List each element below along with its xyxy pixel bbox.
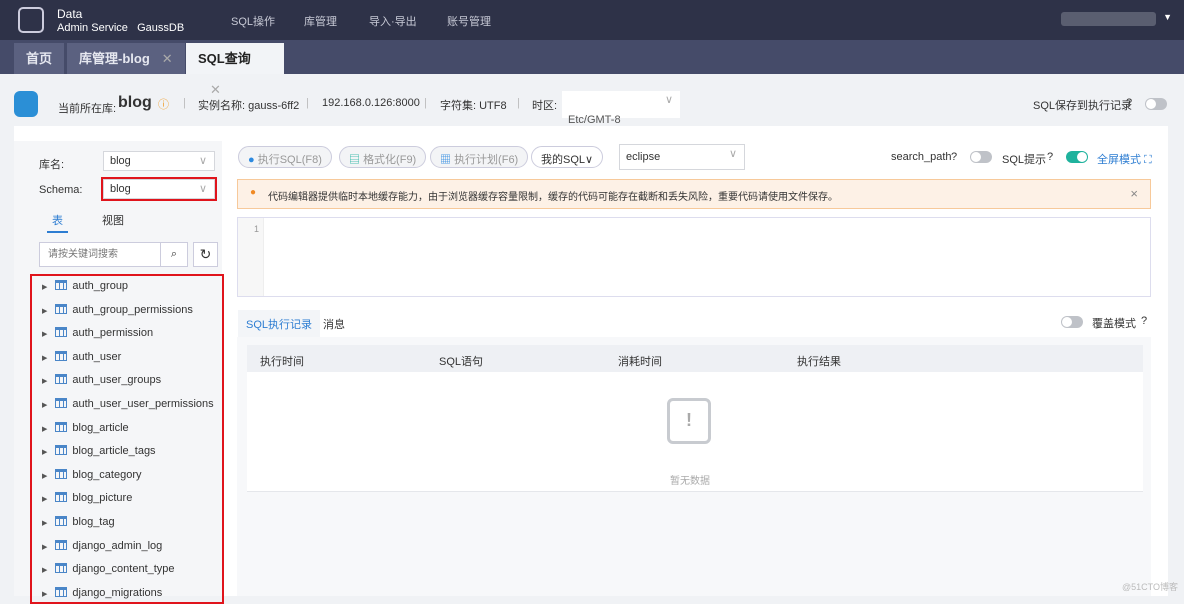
logo-icon [18, 7, 44, 33]
chevron-down-icon[interactable]: ▼ [1163, 12, 1172, 22]
fullscreen-button[interactable]: 全屏模式 ⛶ [1097, 151, 1152, 167]
execute-sql-button[interactable]: ● 执行SQL(F8) [238, 146, 332, 168]
info-bar: 当前所在库: blog ⓘ | 实例名称: gauss-6ff2 | 192.1… [0, 74, 1184, 126]
db-name: blog [118, 94, 152, 112]
sql-editor[interactable]: 1 [237, 217, 1151, 297]
db-label: 库名: [39, 156, 64, 172]
db-label: 当前所在库: [58, 100, 116, 116]
database-icon [14, 91, 38, 117]
empty-text: 暂无数据 [670, 472, 710, 487]
tab-views[interactable]: 视图 [102, 212, 124, 228]
sql-hint-toggle[interactable] [1066, 151, 1088, 163]
schema-label: Schema: [39, 184, 82, 196]
top-nav: DataAdmin Service GaussDB SQL操作 库管理 导入·导… [0, 0, 1184, 40]
column-header: 执行时间 [260, 353, 304, 369]
help-icon[interactable]: ? [1126, 97, 1132, 109]
help-icon[interactable]: ? [1141, 315, 1147, 327]
column-header: 执行结果 [797, 353, 841, 369]
my-sql-button[interactable]: 我的SQL∨ [531, 146, 603, 168]
column-header: SQL语句 [439, 353, 483, 369]
tab-tables[interactable]: 表 [47, 212, 68, 233]
tab-bar: 首页 库管理-blog✕ SQL查询✕ [0, 40, 1184, 74]
overwrite-mode-label: 覆盖模式 [1092, 315, 1136, 331]
tab-home[interactable]: 首页 [14, 43, 64, 74]
help-icon[interactable]: ? [1047, 151, 1053, 163]
search-icon[interactable]: ⌕ [160, 242, 188, 267]
theme-select[interactable]: eclipse [619, 144, 745, 170]
warning-icon: ● [250, 187, 256, 198]
column-header: 消耗时间 [618, 353, 662, 369]
help-icon[interactable]: ? [951, 151, 957, 163]
empty-data-icon: ! [667, 398, 711, 444]
search-path-toggle[interactable] [970, 151, 992, 163]
refresh-icon[interactable]: ↻ [193, 242, 218, 267]
format-button[interactable]: ▤ 格式化(F9) [339, 146, 426, 168]
close-icon[interactable]: × [1130, 186, 1138, 201]
explain-plan-button[interactable]: ▦ 执行计划(F6) [430, 146, 528, 168]
instance-name: 实例名称: gauss-6ff2 [198, 97, 299, 113]
save-history-toggle[interactable] [1145, 98, 1167, 110]
charset: 字符集: UTF8 [440, 97, 507, 113]
tab-messages[interactable]: 消息 [323, 316, 345, 332]
results-table-header: 执行时间 SQL语句 消耗时间 执行结果 [247, 345, 1143, 372]
brand: DataAdmin Service GaussDB [57, 8, 184, 35]
highlight-box [30, 274, 224, 604]
db-select[interactable]: blog [103, 151, 215, 171]
nav-sql[interactable]: SQL操作 [231, 13, 275, 29]
timezone-select[interactable]: Etc/GMT-8 [562, 91, 680, 118]
nav-db[interactable]: 库管理 [304, 13, 337, 29]
cache-warning-alert: ● 代码编辑器提供临时本地缓存能力，由于浏览器缓存容量限制，缓存的代码可能存在截… [237, 179, 1151, 209]
address: 192.168.0.126:8000 [322, 97, 420, 109]
sql-hint-label: SQL提示 [1002, 151, 1046, 167]
nav-accounts[interactable]: 账号管理 [447, 13, 491, 29]
close-icon[interactable]: ✕ [162, 51, 173, 66]
info-icon[interactable]: ⓘ [158, 96, 169, 112]
tab-db-manage[interactable]: 库管理-blog✕ [67, 43, 185, 74]
table-search-input[interactable] [39, 242, 161, 267]
user-menu[interactable] [1061, 12, 1156, 26]
line-number: 1 [238, 218, 264, 296]
tab-sql-history[interactable]: SQL执行记录 [238, 310, 320, 338]
watermark: @51CTO博客 [1122, 580, 1178, 593]
highlight-box [101, 177, 217, 201]
timezone-label: 时区: [532, 97, 557, 113]
save-to-history-label: SQL保存到执行记录 [1033, 97, 1132, 113]
search-path-label: search_path [891, 151, 952, 163]
tab-sql-query[interactable]: SQL查询✕ [186, 43, 284, 74]
overwrite-mode-toggle[interactable] [1061, 316, 1083, 328]
nav-import-export[interactable]: 导入·导出 [369, 13, 417, 29]
